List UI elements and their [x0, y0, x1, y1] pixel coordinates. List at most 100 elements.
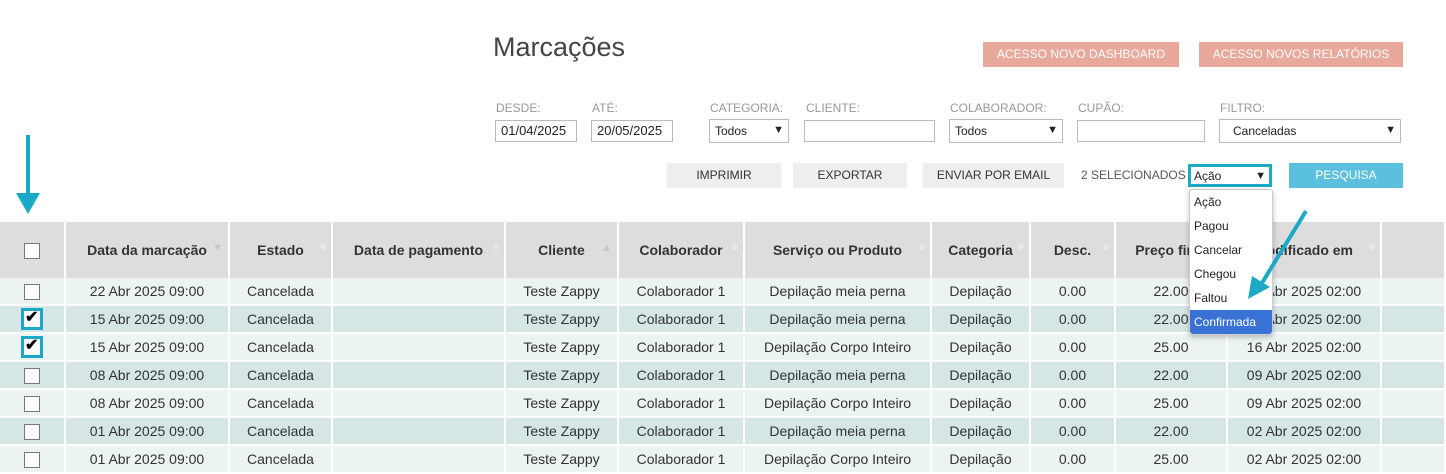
action-option-pagou[interactable]: Pagou	[1190, 214, 1272, 238]
cell-estado: Cancelada	[230, 334, 333, 362]
date-to-field[interactable]: 20/05/2025	[591, 120, 673, 142]
client-field[interactable]	[804, 120, 935, 142]
category-select[interactable]: Todos ▼	[709, 119, 789, 143]
collaborator-select[interactable]: Todos ▼	[949, 119, 1063, 143]
sort-asc-icon: ▲	[601, 242, 612, 254]
cell-colaborador: Colaborador 1	[619, 390, 745, 418]
cell-preco-final: 25.00	[1116, 334, 1228, 362]
col-header-actions	[1382, 222, 1446, 278]
cell-preco-final: 25.00	[1116, 390, 1228, 418]
cell-desc: 0.00	[1031, 278, 1116, 306]
cell-actions	[1382, 418, 1446, 446]
cell-colaborador: Colaborador 1	[619, 334, 745, 362]
cell-servico: Depilação meia perna	[745, 278, 932, 306]
sort-neutral-icon	[493, 244, 499, 250]
filter-label-cliente: CLIENTE:	[806, 101, 861, 115]
cell-cliente: Teste Zappy	[506, 278, 619, 306]
col-header-label: Data da marcação	[87, 242, 207, 258]
col-header-estado[interactable]: Estado	[230, 222, 333, 278]
filter-select[interactable]: Canceladas ▼	[1219, 119, 1401, 143]
col-header-servico[interactable]: Serviço ou Produto	[745, 222, 932, 278]
coupon-field[interactable]	[1077, 120, 1205, 142]
export-button[interactable]: EXPORTAR	[793, 163, 907, 188]
date-from-field[interactable]: 01/04/2025	[495, 120, 577, 142]
collaborator-select-value: Todos	[955, 124, 988, 138]
col-header-label: Desc.	[1053, 242, 1092, 258]
cell-desc: 0.00	[1031, 306, 1116, 334]
action-option-confirmada[interactable]: Confirmada	[1190, 310, 1272, 334]
cell-data-pagamento	[333, 418, 506, 446]
action-option-faltou[interactable]: Faltou	[1190, 286, 1272, 310]
action-select[interactable]: Ação ▼	[1188, 164, 1272, 187]
cell-colaborador: Colaborador 1	[619, 278, 745, 306]
cell-data-marcacao: 15 Abr 2025 09:00	[66, 306, 230, 334]
col-header-categoria[interactable]: Categoria	[932, 222, 1031, 278]
row-checkbox[interactable]	[24, 367, 40, 384]
cell-colaborador: Colaborador 1	[619, 418, 745, 446]
cell-actions	[1382, 306, 1446, 334]
new-dashboard-button[interactable]: ACESSO NOVO DASHBOARD	[983, 42, 1179, 67]
cell-servico: Depilação meia perna	[745, 418, 932, 446]
filter-label-desde: DESDE:	[496, 101, 541, 115]
row-checkbox[interactable]	[24, 451, 40, 468]
chevron-down-icon: ▼	[1047, 124, 1058, 136]
row-checkbox-checked[interactable]: ✔	[21, 336, 43, 358]
cell-categoria: Depilação	[932, 278, 1031, 306]
row-select-cell	[0, 418, 66, 446]
row-checkbox-checked[interactable]: ✔	[21, 308, 43, 330]
select-all-checkbox[interactable]	[24, 242, 40, 259]
row-select-cell: ✔	[0, 334, 66, 362]
col-header-label: Cliente	[538, 242, 585, 258]
table-row: ✔ 15 Abr 2025 09:00 Cancelada Teste Zapp…	[0, 334, 1446, 362]
row-select-cell: ✔	[0, 306, 66, 334]
sort-neutral-icon	[320, 244, 326, 250]
table-row: 08 Abr 2025 09:00 Cancelada Teste Zappy …	[0, 390, 1446, 418]
selected-count: 2 SELECIONADOS	[1081, 168, 1186, 182]
cell-actions	[1382, 390, 1446, 418]
sort-neutral-icon	[1018, 244, 1024, 250]
sort-neutral-icon	[1103, 244, 1109, 250]
cell-modificado-em: 09 Abr 2025 02:00	[1228, 390, 1382, 418]
row-checkbox[interactable]	[24, 395, 40, 412]
cell-modificado-em: 09 Abr 2025 02:00	[1228, 362, 1382, 390]
cell-estado: Cancelada	[230, 278, 333, 306]
action-option-cancelar[interactable]: Cancelar	[1190, 238, 1272, 262]
category-select-value: Todos	[715, 124, 748, 138]
sort-neutral-icon	[732, 244, 738, 250]
cell-data-marcacao: 15 Abr 2025 09:00	[66, 334, 230, 362]
action-option-acao[interactable]: Ação	[1190, 190, 1272, 214]
cell-estado: Cancelada	[230, 306, 333, 334]
filter-label-filtro: FILTRO:	[1220, 101, 1266, 115]
cell-colaborador: Colaborador 1	[619, 306, 745, 334]
cell-cliente: Teste Zappy	[506, 362, 619, 390]
select-all-header	[0, 222, 66, 278]
row-checkbox[interactable]	[24, 423, 40, 440]
sort-neutral-icon	[919, 244, 925, 250]
col-header-colaborador[interactable]: Colaborador	[619, 222, 745, 278]
email-button[interactable]: ENVIAR POR EMAIL	[923, 163, 1064, 188]
col-header-desc[interactable]: Desc.	[1031, 222, 1116, 278]
filter-label-categoria: CATEGORIA:	[710, 101, 784, 115]
cell-data-pagamento	[333, 362, 506, 390]
col-header-cliente[interactable]: Cliente ▲	[506, 222, 619, 278]
col-header-data-marcacao[interactable]: Data da marcação ▼	[66, 222, 230, 278]
sort-neutral-icon	[1369, 244, 1375, 250]
cell-cliente: Teste Zappy	[506, 334, 619, 362]
row-select-cell	[0, 278, 66, 306]
cell-desc: 0.00	[1031, 362, 1116, 390]
row-select-cell	[0, 362, 66, 390]
col-header-label: Estado	[257, 242, 304, 258]
cell-categoria: Depilação	[932, 334, 1031, 362]
print-button[interactable]: IMPRIMIR	[667, 163, 781, 188]
new-reports-button[interactable]: ACESSO NOVOS RELATÓRIOS	[1199, 42, 1403, 67]
cell-estado: Cancelada	[230, 418, 333, 446]
col-header-data-pagamento[interactable]: Data de pagamento	[333, 222, 506, 278]
action-option-chegou[interactable]: Chegou	[1190, 262, 1272, 286]
cell-data-pagamento	[333, 334, 506, 362]
row-checkbox[interactable]	[24, 283, 40, 300]
cell-modificado-em: 02 Abr 2025 02:00	[1228, 418, 1382, 446]
cell-desc: 0.00	[1031, 334, 1116, 362]
search-button[interactable]: PESQUISA	[1289, 163, 1403, 188]
checkmark-icon: ✔	[25, 337, 39, 354]
checkbox-inner: ✔	[25, 309, 39, 326]
